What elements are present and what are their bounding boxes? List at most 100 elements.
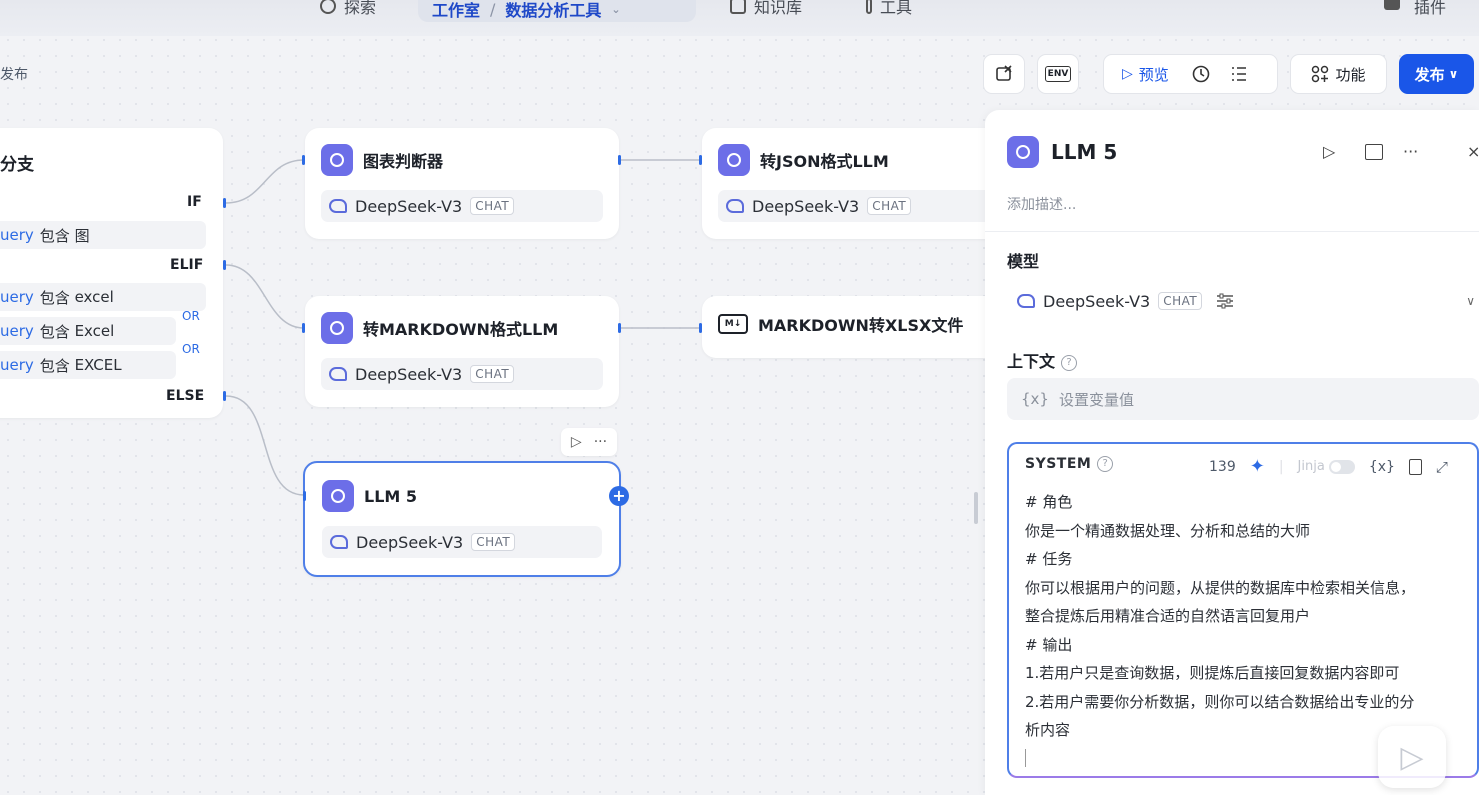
more-icon[interactable]: ··· — [594, 434, 607, 450]
port-elif[interactable] — [223, 260, 226, 270]
condition-row[interactable]: uery 包含 Excel — [0, 317, 176, 345]
node-chart-judge[interactable]: 图表判断器 DeepSeek-V3 CHAT — [302, 128, 621, 239]
port-in[interactable] — [302, 323, 305, 333]
condition-value: 图 — [74, 226, 90, 245]
publish-button[interactable]: 发布 ∨ — [1399, 54, 1474, 94]
context-label: 上下文 — [1007, 352, 1056, 371]
debug-button[interactable] — [983, 54, 1025, 94]
else-label: ELSE — [166, 388, 205, 404]
port-out[interactable] — [618, 323, 621, 333]
book-icon — [730, 0, 746, 14]
condition-operator: 包含 — [39, 356, 70, 375]
run-node-icon[interactable]: ▷ — [571, 434, 582, 450]
nav-plugins-label: 插件 — [1414, 0, 1447, 17]
nav-knowledge[interactable]: 知识库 — [730, 0, 802, 18]
checklist-button[interactable] — [1229, 64, 1249, 84]
port-in[interactable] — [699, 155, 702, 165]
node-md-to-xlsx[interactable]: M↓ MARKDOWN转XLSX文件 — [699, 296, 1002, 358]
system-prompt-text[interactable]: # 角色 你是一个精通数据处理、分析和总结的大师 # 任务 你可以根据用户的问题… — [1025, 488, 1473, 767]
model-name: DeepSeek-V3 — [356, 532, 464, 552]
edge-elif-markdown — [225, 264, 305, 329]
run-icon[interactable]: ▷ — [1323, 142, 1335, 161]
condition-variable: uery — [0, 226, 34, 244]
history-button[interactable] — [1191, 64, 1211, 84]
workflow-canvas[interactable]: 探索 工作室 / 数据分析工具 ⌄ 知识库 工具 插件 发布 ENV ▷ 预览 — [0, 0, 1479, 795]
expand-icon[interactable]: ⤢ — [1436, 458, 1448, 476]
features-button[interactable]: 功能 — [1290, 54, 1387, 94]
node-title: MARKDOWN转XLSX文件 — [758, 316, 964, 335]
panel-title[interactable]: LLM 5 — [1051, 140, 1117, 164]
more-icon[interactable]: ··· — [1403, 142, 1418, 161]
close-icon[interactable]: × — [1467, 142, 1479, 161]
model-name: DeepSeek-V3 — [355, 364, 463, 384]
node-llm5[interactable]: LLM 5 DeepSeek-V3 CHAT — [303, 461, 621, 577]
wrench-icon — [866, 0, 872, 14]
chevron-down-icon: ⌄ — [611, 2, 621, 16]
condition-variable: uery — [0, 288, 34, 306]
sliders-icon[interactable] — [1216, 293, 1234, 309]
publish-status: 发布 — [0, 67, 28, 83]
node-json-llm[interactable]: 转JSON格式LLM DeepSeek-V3 CHAT — [699, 128, 1002, 239]
checklist-icon — [1231, 67, 1246, 81]
nav-tools[interactable]: 工具 — [866, 0, 912, 18]
model-pill: DeepSeek-V3 CHAT — [321, 190, 603, 222]
deepseek-icon — [726, 199, 744, 213]
plugin-icon — [1384, 0, 1400, 10]
port-in[interactable] — [302, 155, 305, 165]
description-input[interactable]: 添加描述... — [1007, 194, 1076, 214]
toggle-switch[interactable] — [1328, 459, 1355, 474]
edge-if-chart — [225, 159, 305, 204]
model-name: DeepSeek-V3 — [1043, 291, 1151, 311]
condition-row[interactable]: uery 包含 excel — [0, 283, 206, 311]
jinja-label: Jinja — [1297, 459, 1325, 474]
condition-variable: uery — [0, 322, 34, 340]
panel-resize-handle[interactable] — [974, 492, 978, 524]
port-if[interactable] — [223, 198, 226, 208]
nav-plugins[interactable]: 插件 — [1414, 0, 1446, 18]
help-icon[interactable]: ? — [1061, 354, 1078, 371]
port-else[interactable] — [223, 391, 226, 401]
chat-tag: CHAT — [1158, 292, 1203, 310]
prompt-line: 整合提炼后用精准合适的自然语言回复用户 — [1025, 607, 1311, 625]
book-open-icon[interactable] — [1365, 144, 1383, 160]
prompt-line: 你可以根据用户的问题，从提供的数据库中检索相关信息， — [1025, 578, 1416, 597]
clipboard-icon[interactable] — [1408, 458, 1422, 475]
port-out[interactable] — [618, 155, 621, 165]
jinja-toggle[interactable]: Jinja — [1298, 459, 1355, 474]
condition-row[interactable]: uery 包含 图 — [0, 221, 206, 249]
node-title: LLM 5 — [364, 486, 418, 506]
nav-explore[interactable]: 探索 — [320, 0, 376, 18]
preview-button[interactable]: ▷ 预览 — [1122, 64, 1169, 85]
sparkle-icon[interactable]: ✦ — [1250, 456, 1265, 477]
condition-row[interactable]: uery 包含 EXCEL — [0, 351, 176, 379]
model-selector[interactable]: DeepSeek-V3 CHAT ∨ — [1007, 280, 1479, 322]
node-markdown-llm[interactable]: 转MARKDOWN格式LLM DeepSeek-V3 CHAT — [302, 296, 621, 407]
nav-studio[interactable]: 工作室 / 数据分析工具 ⌄ — [418, 0, 696, 22]
token-count: 139 — [1209, 458, 1236, 475]
model-pill: DeepSeek-V3 CHAT — [718, 190, 1000, 222]
port-in[interactable] — [303, 491, 306, 501]
help-icon[interactable]: ? — [1097, 456, 1114, 472]
nav-tools-label: 工具 — [880, 0, 913, 17]
video-play-icon[interactable]: ▷ — [1378, 726, 1446, 788]
elif-label: ELIF — [170, 257, 204, 273]
llm-icon — [1007, 136, 1039, 168]
or-label: OR — [182, 342, 200, 356]
variable-icon[interactable]: {x} — [1369, 459, 1395, 475]
context-placeholder: 设置变量值 — [1058, 390, 1134, 409]
nav-explore-label: 探索 — [344, 0, 377, 17]
node-title: 图表判断器 — [363, 152, 444, 171]
branch-node[interactable]: 分支 IF uery 包含 图 ELIF uery 包含 excel OR ue… — [0, 128, 226, 418]
chevron-down-icon: ∨ — [1466, 294, 1475, 308]
add-next-node-button[interactable]: + — [609, 486, 629, 506]
context-variable-input[interactable]: {x} 设置变量值 — [1007, 378, 1479, 420]
condition-value: excel — [74, 288, 114, 306]
port-in[interactable] — [699, 323, 702, 333]
prompt-line: # 输出 — [1025, 635, 1073, 654]
env-button[interactable]: ENV — [1037, 54, 1079, 94]
prompt-line: # 角色 — [1025, 493, 1073, 511]
env-icon: ENV — [1044, 66, 1072, 82]
chat-tag: CHAT — [867, 197, 912, 215]
if-label: IF — [187, 194, 202, 210]
system-toolbar: 139 ✦ | Jinja {x} ⤢ — [1209, 456, 1448, 477]
